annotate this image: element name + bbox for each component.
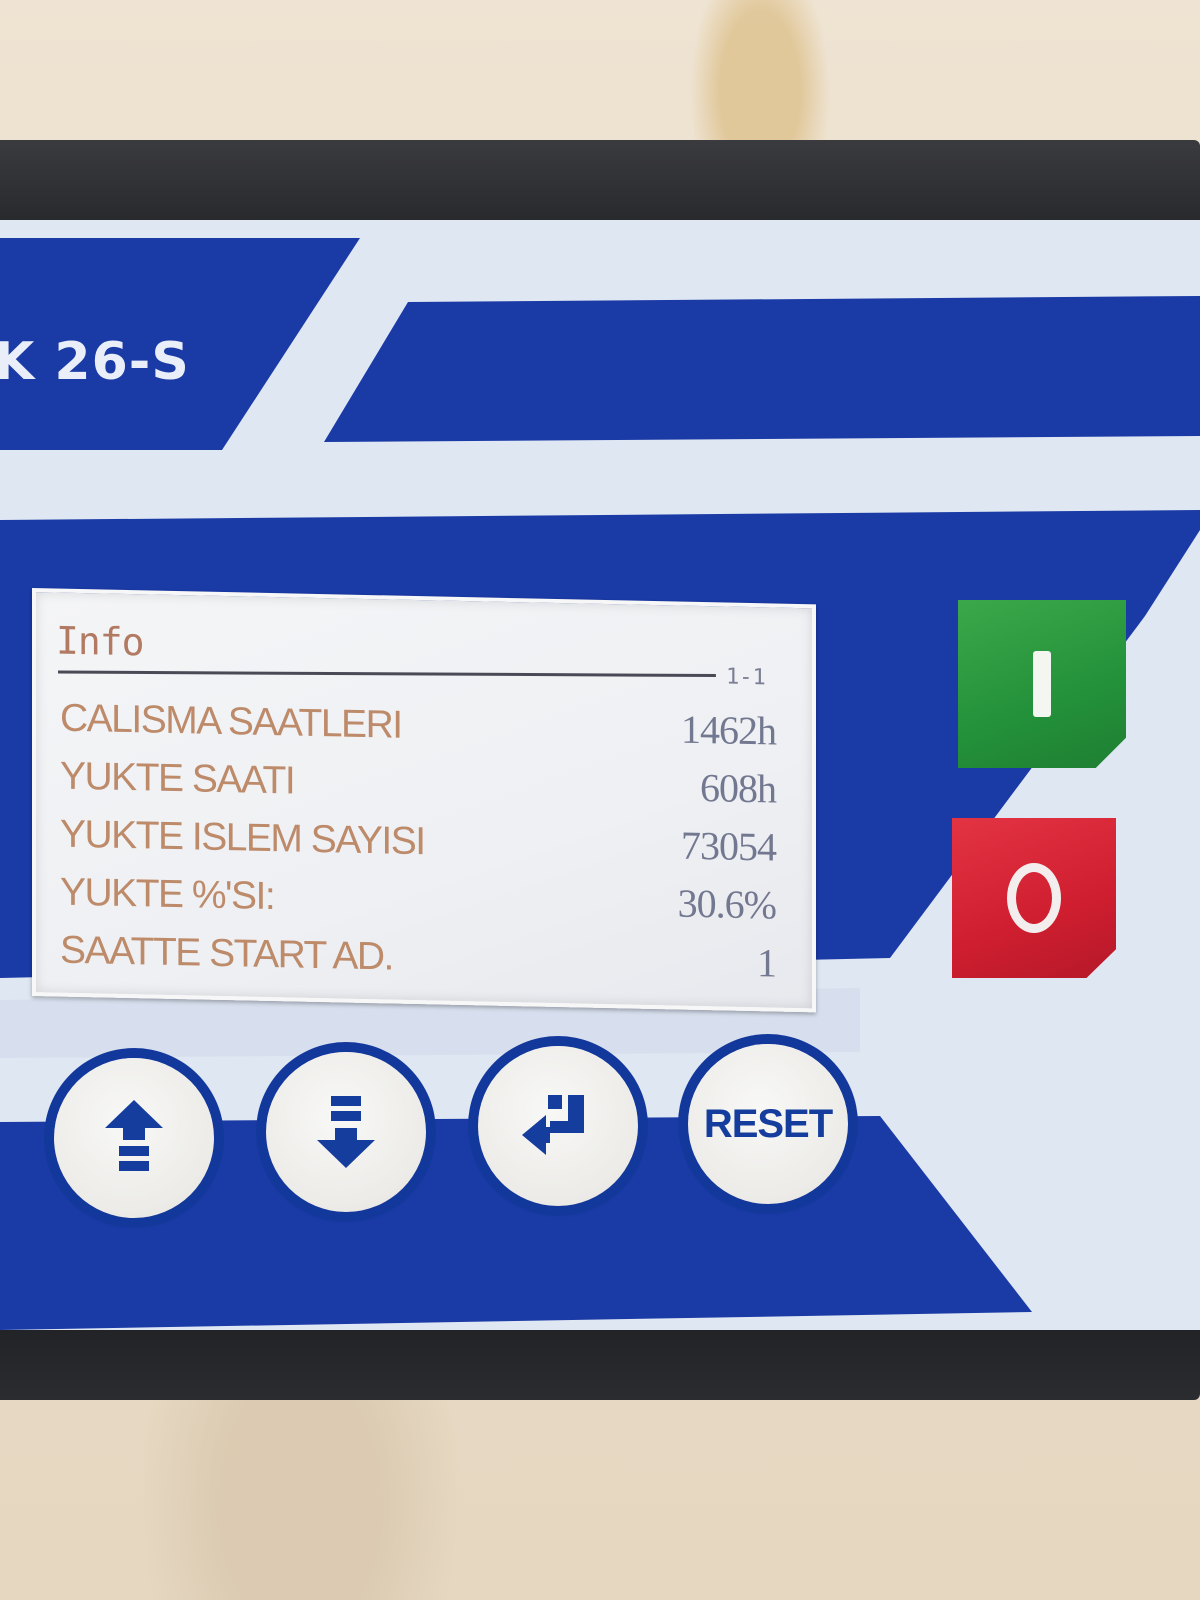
start-button[interactable] bbox=[958, 600, 1126, 768]
start-symbol-icon bbox=[1033, 651, 1051, 717]
stop-button[interactable] bbox=[952, 818, 1116, 978]
arrow-down-icon bbox=[317, 1096, 375, 1168]
row-value: 30.6% bbox=[677, 880, 776, 928]
info-list: CALISMA SAATLERI 1462h YUKTE SAATI 608h … bbox=[60, 689, 776, 994]
arrow-up-icon bbox=[105, 1100, 163, 1171]
stop-symbol-icon bbox=[1007, 863, 1061, 933]
title-divider bbox=[57, 670, 716, 677]
row-label: YUKTE %'SI: bbox=[60, 870, 275, 919]
enter-return-icon bbox=[522, 1095, 584, 1155]
scroll-up-button[interactable] bbox=[54, 1058, 214, 1218]
row-value: 1 bbox=[757, 940, 776, 986]
lcd-screen: Info 1-1 CALISMA SAATLERI 1462h YUKTE SA… bbox=[32, 588, 816, 1013]
scroll-down-button[interactable] bbox=[266, 1052, 426, 1212]
reset-label: RESET bbox=[703, 1101, 833, 1146]
reset-button[interactable]: RESET bbox=[688, 1044, 848, 1204]
row-value: 1462h bbox=[681, 706, 776, 754]
row-label: YUKTE SAATI bbox=[60, 754, 295, 803]
row-label: SAATTE START AD. bbox=[60, 928, 393, 979]
row-value: 608h bbox=[700, 764, 776, 812]
page-indicator: 1-1 bbox=[726, 664, 766, 691]
model-label: K 26-S bbox=[0, 332, 190, 392]
enter-button[interactable] bbox=[478, 1046, 638, 1206]
screen-title: Info bbox=[56, 618, 144, 665]
row-label: YUKTE ISLEM SAYISI bbox=[60, 812, 425, 864]
row-value: 73054 bbox=[681, 822, 776, 870]
row-label: CALISMA SAATLERI bbox=[60, 696, 402, 747]
